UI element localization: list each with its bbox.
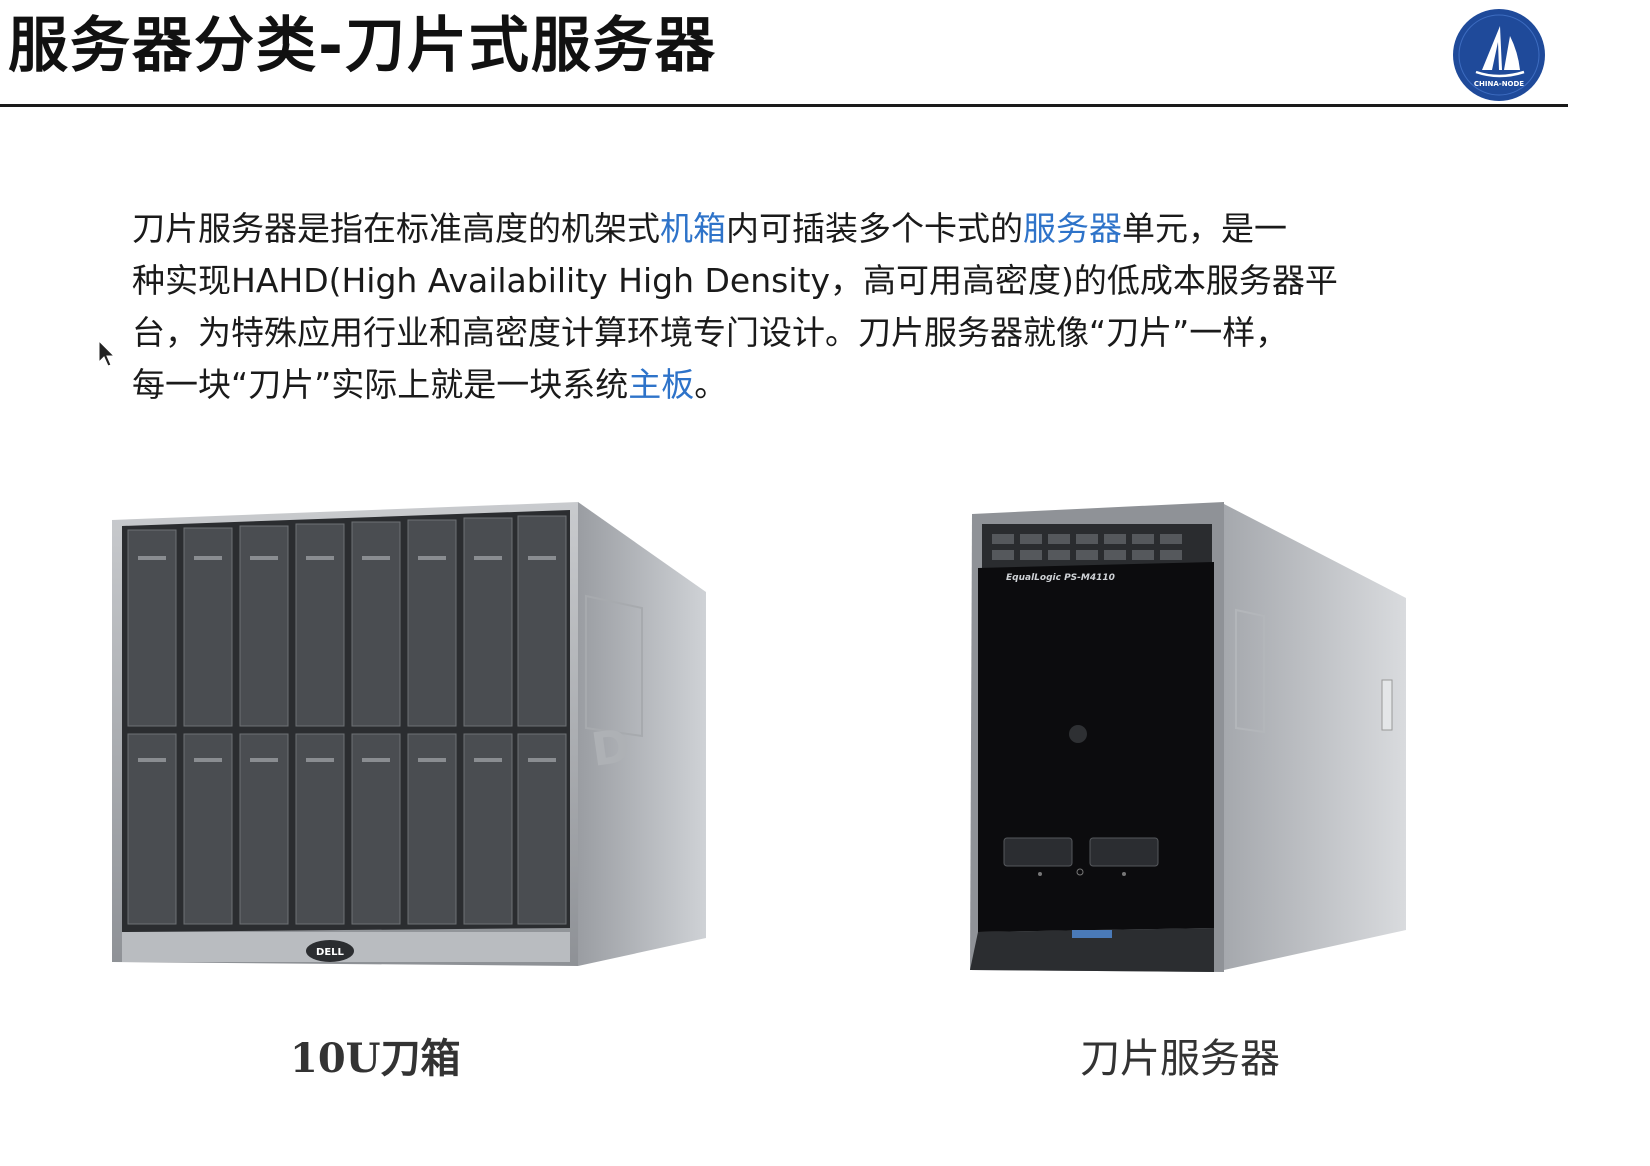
link-chassis[interactable]: 机箱 [660, 209, 726, 248]
slide-title: 服务器分类-刀片式服务器 [8, 11, 717, 81]
para-text: 。 [694, 365, 728, 404]
caption-blade-server: 刀片服务器 [1080, 1036, 1280, 1082]
caption-chassis: 10U刀箱 [290, 1035, 461, 1082]
title-divider [0, 104, 1568, 107]
para-text: 内可插装多个卡式的 [726, 209, 1023, 248]
para-line-3: 台，为特殊应用行业和高密度计算环境专门设计。刀片服务器就像“刀片”一样， [132, 313, 1289, 352]
description-paragraph: 刀片服务器是指在标准高度的机架式机箱内可插装多个卡式的服务器单元，是一 种实现H… [132, 203, 1432, 411]
china-node-logo: CHINA-NODE [1453, 9, 1545, 101]
link-motherboard[interactable]: 主板 [628, 365, 694, 404]
para-text: 每一块“刀片”实际上就是一块系统 [132, 365, 629, 404]
chassis-brand-label: DELL [316, 947, 345, 958]
mouse-cursor-icon [98, 340, 116, 367]
para-line-2: 种实现HAHD(High Availability High Density，高… [132, 261, 1338, 300]
para-text: 刀片服务器是指在标准高度的机架式 [132, 209, 660, 248]
blade-model-label: EqualLogic PS-M4110 [1006, 573, 1115, 583]
blade-chassis-image: D DELL [112, 502, 706, 966]
link-server[interactable]: 服务器 [1023, 209, 1122, 248]
svg-text:D: D [588, 718, 633, 777]
logo-text: CHINA-NODE [1474, 80, 1524, 88]
blade-server-image: EqualLogic PS-M4110 [970, 502, 1406, 972]
para-line-4: 每一块“刀片”实际上就是一块系统主板。 [132, 359, 1432, 411]
para-text: 单元，是一 [1122, 209, 1287, 248]
para-line-1: 刀片服务器是指在标准高度的机架式机箱内可插装多个卡式的服务器单元，是一 [132, 203, 1432, 255]
